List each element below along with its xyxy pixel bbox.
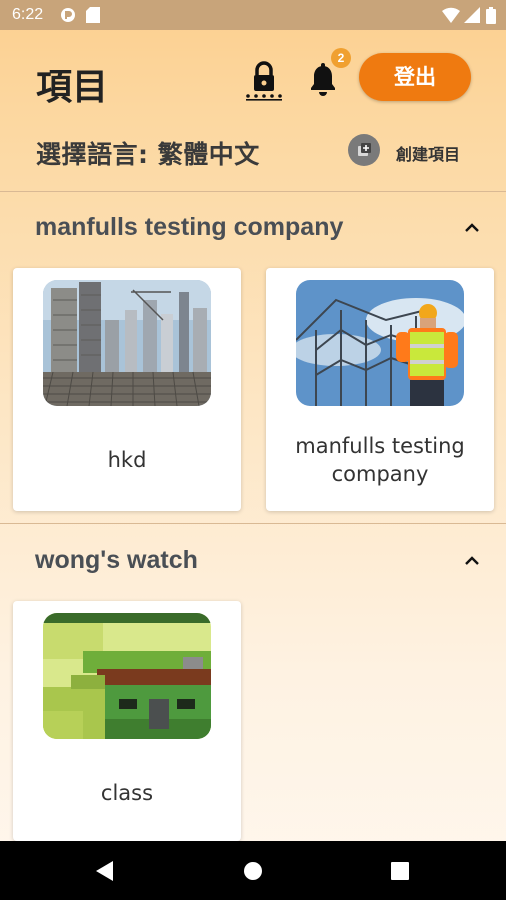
chevron-up-icon[interactable] bbox=[462, 221, 482, 235]
project-thumbnail bbox=[43, 280, 211, 406]
create-project-label: 創建項目 bbox=[396, 145, 461, 164]
project-card[interactable]: hkd bbox=[13, 268, 241, 511]
section-title: manfulls testing company bbox=[35, 213, 344, 241]
language-row: 選擇語言: 繁體中文 創建項目 bbox=[0, 130, 506, 190]
logout-button[interactable]: 登出 bbox=[359, 53, 471, 101]
signal-icon bbox=[464, 7, 480, 23]
project-label: manfulls testing company bbox=[295, 434, 465, 486]
back-icon[interactable] bbox=[95, 861, 115, 881]
project-card[interactable]: class bbox=[13, 601, 241, 841]
battery-icon bbox=[486, 7, 496, 24]
project-card[interactable]: manfulls testing company bbox=[266, 268, 494, 511]
project-thumbnail bbox=[43, 613, 211, 739]
divider bbox=[0, 191, 506, 192]
lock-icon[interactable] bbox=[244, 58, 284, 102]
page-title: 項目 bbox=[36, 67, 109, 108]
project-label: class bbox=[100, 781, 154, 805]
notification-bell-icon[interactable] bbox=[308, 62, 338, 98]
system-navigation-bar bbox=[0, 841, 506, 900]
notification-badge: 2 bbox=[331, 48, 351, 68]
app-notification-icon bbox=[61, 8, 75, 22]
project-thumbnail bbox=[296, 280, 464, 406]
section-title: wong's watch bbox=[35, 546, 198, 574]
wifi-icon bbox=[442, 7, 460, 23]
status-time: 6:22 bbox=[12, 6, 44, 23]
add-project-icon bbox=[348, 134, 380, 166]
sd-card-icon bbox=[86, 7, 100, 23]
divider bbox=[0, 523, 506, 524]
project-label: hkd bbox=[107, 448, 147, 472]
chevron-up-icon[interactable] bbox=[462, 554, 482, 568]
status-bar: 6:22 bbox=[0, 0, 506, 30]
app-header: 項目 2 登出 bbox=[0, 30, 506, 130]
recents-icon[interactable] bbox=[391, 862, 409, 880]
home-icon[interactable] bbox=[243, 861, 263, 881]
language-selector[interactable]: 選擇語言: 繁體中文 bbox=[36, 135, 260, 171]
